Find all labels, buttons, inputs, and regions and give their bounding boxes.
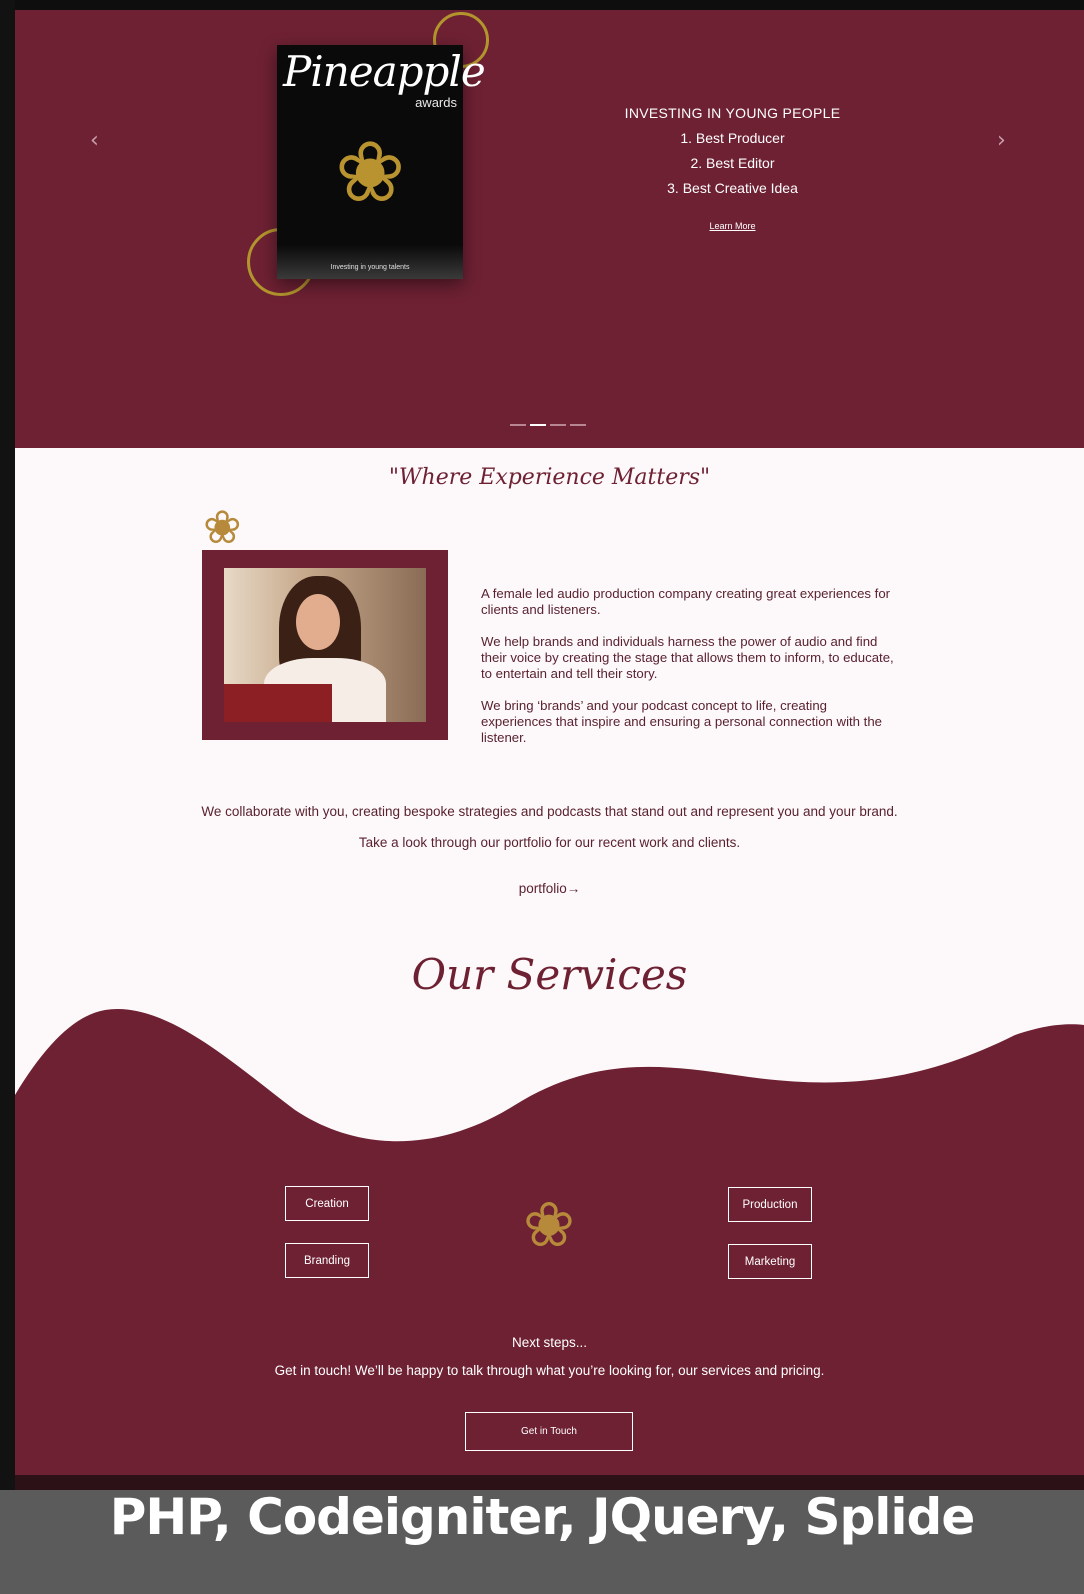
portfolio-link[interactable]: portfolio→ — [15, 881, 1084, 896]
photo-face — [296, 594, 340, 650]
photo-laptop — [224, 684, 332, 722]
pineapple-icon: ❀ — [523, 1191, 575, 1260]
service-branding-button[interactable]: Branding — [285, 1243, 369, 1278]
service-creation-button[interactable]: Creation — [285, 1186, 369, 1221]
about-paragraph: We help brands and individuals harness t… — [481, 634, 894, 681]
service-marketing-button[interactable]: Marketing — [728, 1244, 812, 1279]
about-paragraph: A female led audio production company cr… — [481, 586, 891, 617]
learn-more-link[interactable]: Learn More — [709, 221, 755, 231]
hero-content: INVESTING IN YOUNG PEOPLE 1. Best Produc… — [575, 105, 890, 234]
about-text: A female led audio production company cr… — [481, 586, 901, 762]
hero-slider: Pineapple awards ❀ Investing in young ta… — [15, 10, 1084, 448]
service-production-button[interactable]: Production — [728, 1187, 812, 1222]
slider-dot[interactable] — [550, 424, 566, 426]
services-title: Our Services — [411, 950, 688, 999]
portfolio-intro: Take a look through our portfolio for ou… — [358, 835, 741, 850]
hero-item: 3. Best Creative Idea — [667, 180, 798, 196]
founder-photo — [224, 568, 426, 722]
poster-subtitle: awards — [415, 95, 457, 110]
pineapple-decor-icon: ❀ — [203, 501, 242, 553]
poster-tagline: Investing in young talents — [330, 264, 410, 271]
page-frame: Pineapple awards ❀ Investing in young ta… — [15, 10, 1084, 1594]
slider-dot[interactable] — [510, 424, 526, 426]
slider-next-icon[interactable]: › — [997, 128, 1006, 153]
slider-prev-icon[interactable]: ‹ — [90, 128, 99, 153]
pineapple-icon: ❀ — [335, 125, 406, 219]
tagline: "Where Experience Matters" — [388, 465, 711, 490]
get-in-touch-button[interactable]: Get in Touch — [465, 1412, 633, 1451]
about-paragraph: We bring ‘brands’ and your podcast conce… — [481, 698, 883, 745]
next-steps-text: Get in touch! We’ll be happy to talk thr… — [274, 1363, 825, 1378]
poster-fade — [277, 245, 463, 279]
left-border — [0, 0, 15, 1594]
hero-heading: INVESTING IN YOUNG PEOPLE — [624, 105, 841, 121]
hero-item: 1. Best Producer — [680, 130, 785, 146]
slider-pagination — [510, 424, 586, 426]
slider-dot-active[interactable] — [530, 424, 546, 426]
tech-stack-caption: PHP, Codeigniter, JQuery, Splide — [109, 1488, 975, 1546]
founder-photo-frame — [202, 550, 448, 740]
collab-text: We collaborate with you, creating bespok… — [201, 804, 898, 819]
pineapple-awards-poster: Pineapple awards ❀ Investing in young ta… — [277, 45, 486, 279]
poster-title: Pineapple — [283, 47, 486, 96]
next-steps-heading: Next steps... — [511, 1335, 588, 1350]
slider-dot[interactable] — [570, 424, 586, 426]
hero-item: 2. Best Editor — [690, 155, 775, 171]
